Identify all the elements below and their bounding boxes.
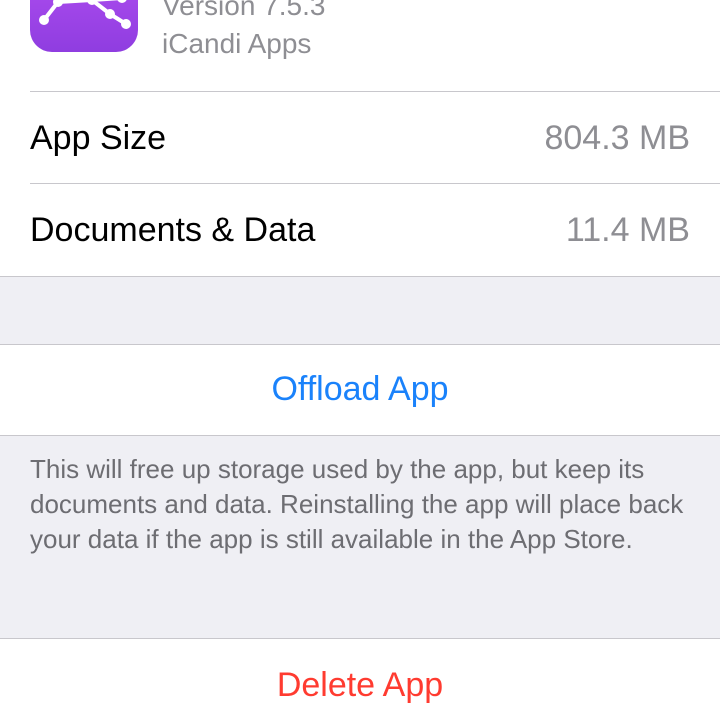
documents-data-label: Documents & Data	[30, 211, 316, 249]
constellation-icon	[30, 0, 138, 52]
documents-data-value: 11.4 MB	[565, 211, 690, 249]
app-storage-screen: Version 7.5.3 iCandi Apps App Size 804.3…	[0, 0, 720, 720]
app-size-label: App Size	[30, 119, 167, 157]
offload-app-cell[interactable]: Offload App	[0, 345, 720, 435]
delete-app-cell[interactable]: Delete App	[0, 639, 720, 720]
divider	[30, 183, 720, 184]
app-size-value: 804.3 MB	[544, 119, 690, 157]
offload-app-button[interactable]: Offload App	[0, 370, 720, 409]
app-info-group: Version 7.5.3 iCandi Apps App Size 804.3…	[0, 0, 720, 276]
constellation-icon-glyph	[39, 0, 131, 29]
offload-footer-text: This will free up storage used by the ap…	[30, 454, 684, 554]
divider	[30, 91, 720, 92]
divider	[0, 276, 720, 277]
app-version: Version 7.5.3	[162, 0, 326, 21]
divider	[0, 435, 720, 436]
delete-app-button[interactable]: Delete App	[0, 666, 720, 705]
app-developer: iCandi Apps	[162, 28, 312, 59]
